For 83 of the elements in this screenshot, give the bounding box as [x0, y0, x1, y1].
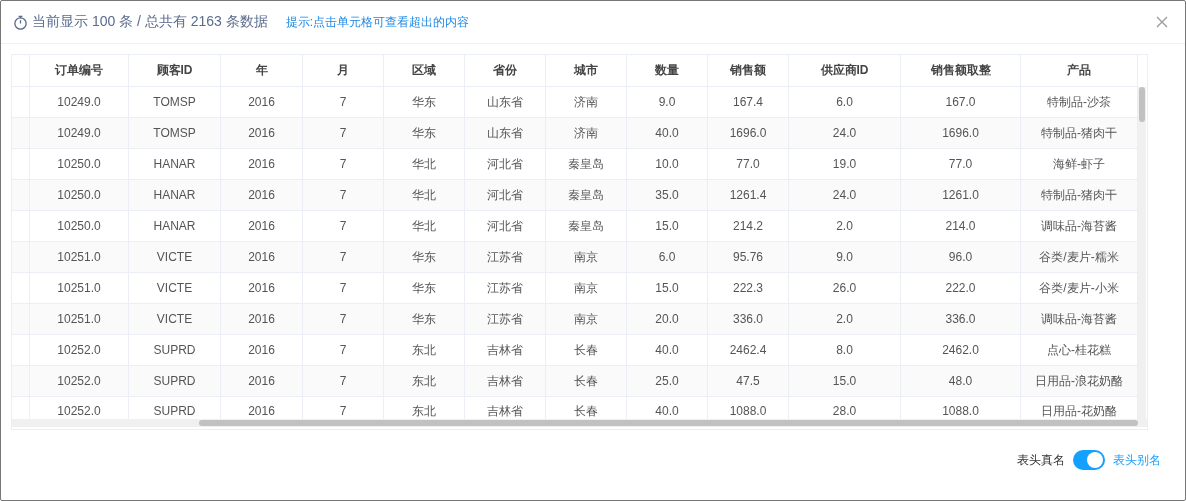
table-cell[interactable]: 7 — [303, 242, 384, 273]
table-cell[interactable]: 9.0 — [789, 242, 901, 273]
table-cell[interactable]: 6.0 — [627, 242, 708, 273]
column-header: 顾客ID — [129, 55, 221, 87]
table-cell[interactable]: 东北 — [384, 366, 465, 397]
table-cell[interactable]: 1696.0 — [708, 118, 789, 149]
table-cell[interactable]: 华东 — [384, 242, 465, 273]
table-cell[interactable]: HANAR — [129, 180, 221, 211]
table-cell[interactable]: 15.0 — [789, 366, 901, 397]
table-cell[interactable]: 10252.0 — [30, 366, 129, 397]
column-header: 区域 — [384, 55, 465, 87]
table-cell[interactable]: 秦皇岛 — [546, 180, 627, 211]
column-header: 年 — [221, 55, 303, 87]
table-cell[interactable]: 吉林省 — [465, 366, 546, 397]
table-cell[interactable]: 谷类/麦片-糯米 — [1021, 242, 1138, 273]
table-cell[interactable]: 20.0 — [627, 304, 708, 335]
table-cell[interactable]: 25.0 — [627, 366, 708, 397]
table-cell[interactable]: 336.0 — [708, 304, 789, 335]
toggle-switch[interactable] — [1073, 450, 1105, 470]
table-cell[interactable]: 336.0 — [901, 304, 1021, 335]
table-cell[interactable]: 特制品-猪肉干 — [1021, 118, 1138, 149]
table-cell[interactable]: TOMSP — [129, 118, 221, 149]
column-header: 省份 — [465, 55, 546, 87]
table-cell[interactable]: 10251.0 — [30, 242, 129, 273]
vertical-scrollbar[interactable] — [1138, 87, 1146, 419]
record-count-text: 当前显示 100 条 / 总共有 2163 条数据 — [32, 13, 268, 31]
table-cell[interactable]: VICTE — [129, 304, 221, 335]
table-cell[interactable]: 35.0 — [627, 180, 708, 211]
column-header: 城市 — [546, 55, 627, 87]
table-cell[interactable]: 2016 — [221, 180, 303, 211]
table-cell[interactable]: 1696.0 — [901, 118, 1021, 149]
column-header: 产品 — [1021, 55, 1138, 87]
table-cell[interactable]: 10251.0 — [30, 304, 129, 335]
column-header: 销售额 — [708, 55, 789, 87]
table-cell[interactable]: 江苏省 — [465, 304, 546, 335]
table-cell[interactable]: 河北省 — [465, 180, 546, 211]
toggle-label: 表头真名 — [1017, 451, 1065, 469]
table-cell[interactable]: 7 — [303, 118, 384, 149]
table-cell[interactable]: 江苏省 — [465, 242, 546, 273]
table-cell[interactable]: 华北 — [384, 180, 465, 211]
table-cell[interactable]: 2016 — [221, 366, 303, 397]
table-cell[interactable]: 长春 — [546, 366, 627, 397]
column-header: 数量 — [627, 55, 708, 87]
table-cell[interactable]: 特制品-猪肉干 — [1021, 180, 1138, 211]
table-cell[interactable]: SUPRD — [129, 366, 221, 397]
column-header: 订单编号 — [30, 55, 129, 87]
table-cell[interactable]: 10249.0 — [30, 118, 129, 149]
table-cell[interactable]: 95.76 — [708, 242, 789, 273]
table-cell[interactable]: 2016 — [221, 118, 303, 149]
table-cell[interactable]: 济南 — [546, 118, 627, 149]
table-cell[interactable]: 40.0 — [627, 118, 708, 149]
table-cell[interactable]: 山东省 — [465, 118, 546, 149]
table-cell[interactable]: 华东 — [384, 304, 465, 335]
close-icon[interactable] — [1156, 16, 1168, 28]
table-cell[interactable]: 南京 — [546, 304, 627, 335]
table-cell[interactable]: 日用品-浪花奶酪 — [1021, 366, 1138, 397]
table-cell[interactable]: 南京 — [546, 242, 627, 273]
table-cell[interactable]: 24.0 — [789, 118, 901, 149]
toggle-label: 表头别名 — [1113, 451, 1161, 469]
stopwatch-icon — [13, 14, 28, 30]
scrollbar-thumb[interactable] — [1139, 87, 1145, 122]
table-cell[interactable]: 华东 — [384, 118, 465, 149]
table-cell[interactable]: 1261.0 — [901, 180, 1021, 211]
table-cell[interactable]: VICTE — [129, 242, 221, 273]
table-cell[interactable]: 96.0 — [901, 242, 1021, 273]
table-cell[interactable]: 10250.0 — [30, 180, 129, 211]
table-cell[interactable]: 7 — [303, 180, 384, 211]
table-cell[interactable]: 7 — [303, 304, 384, 335]
scrollbar-thumb[interactable] — [199, 420, 1138, 426]
column-header: 销售额取整 — [901, 55, 1021, 87]
table-cell[interactable]: 2016 — [221, 304, 303, 335]
column-header: 月 — [303, 55, 384, 87]
horizontal-scrollbar[interactable] — [12, 419, 1147, 427]
table-cell[interactable]: 47.5 — [708, 366, 789, 397]
table-cell[interactable]: 调味品-海苔酱 — [1021, 304, 1138, 335]
table-cell[interactable]: 7 — [303, 366, 384, 397]
table-cell[interactable]: 1261.4 — [708, 180, 789, 211]
column-header: 供应商ID — [789, 55, 901, 87]
table-cell[interactable]: 48.0 — [901, 366, 1021, 397]
table-cell[interactable]: 24.0 — [789, 180, 901, 211]
hint-text: 提示:点击单元格可查看超出的内容 — [285, 13, 470, 31]
table-cell[interactable]: 2016 — [221, 242, 303, 273]
table-cell[interactable]: 2.0 — [789, 304, 901, 335]
